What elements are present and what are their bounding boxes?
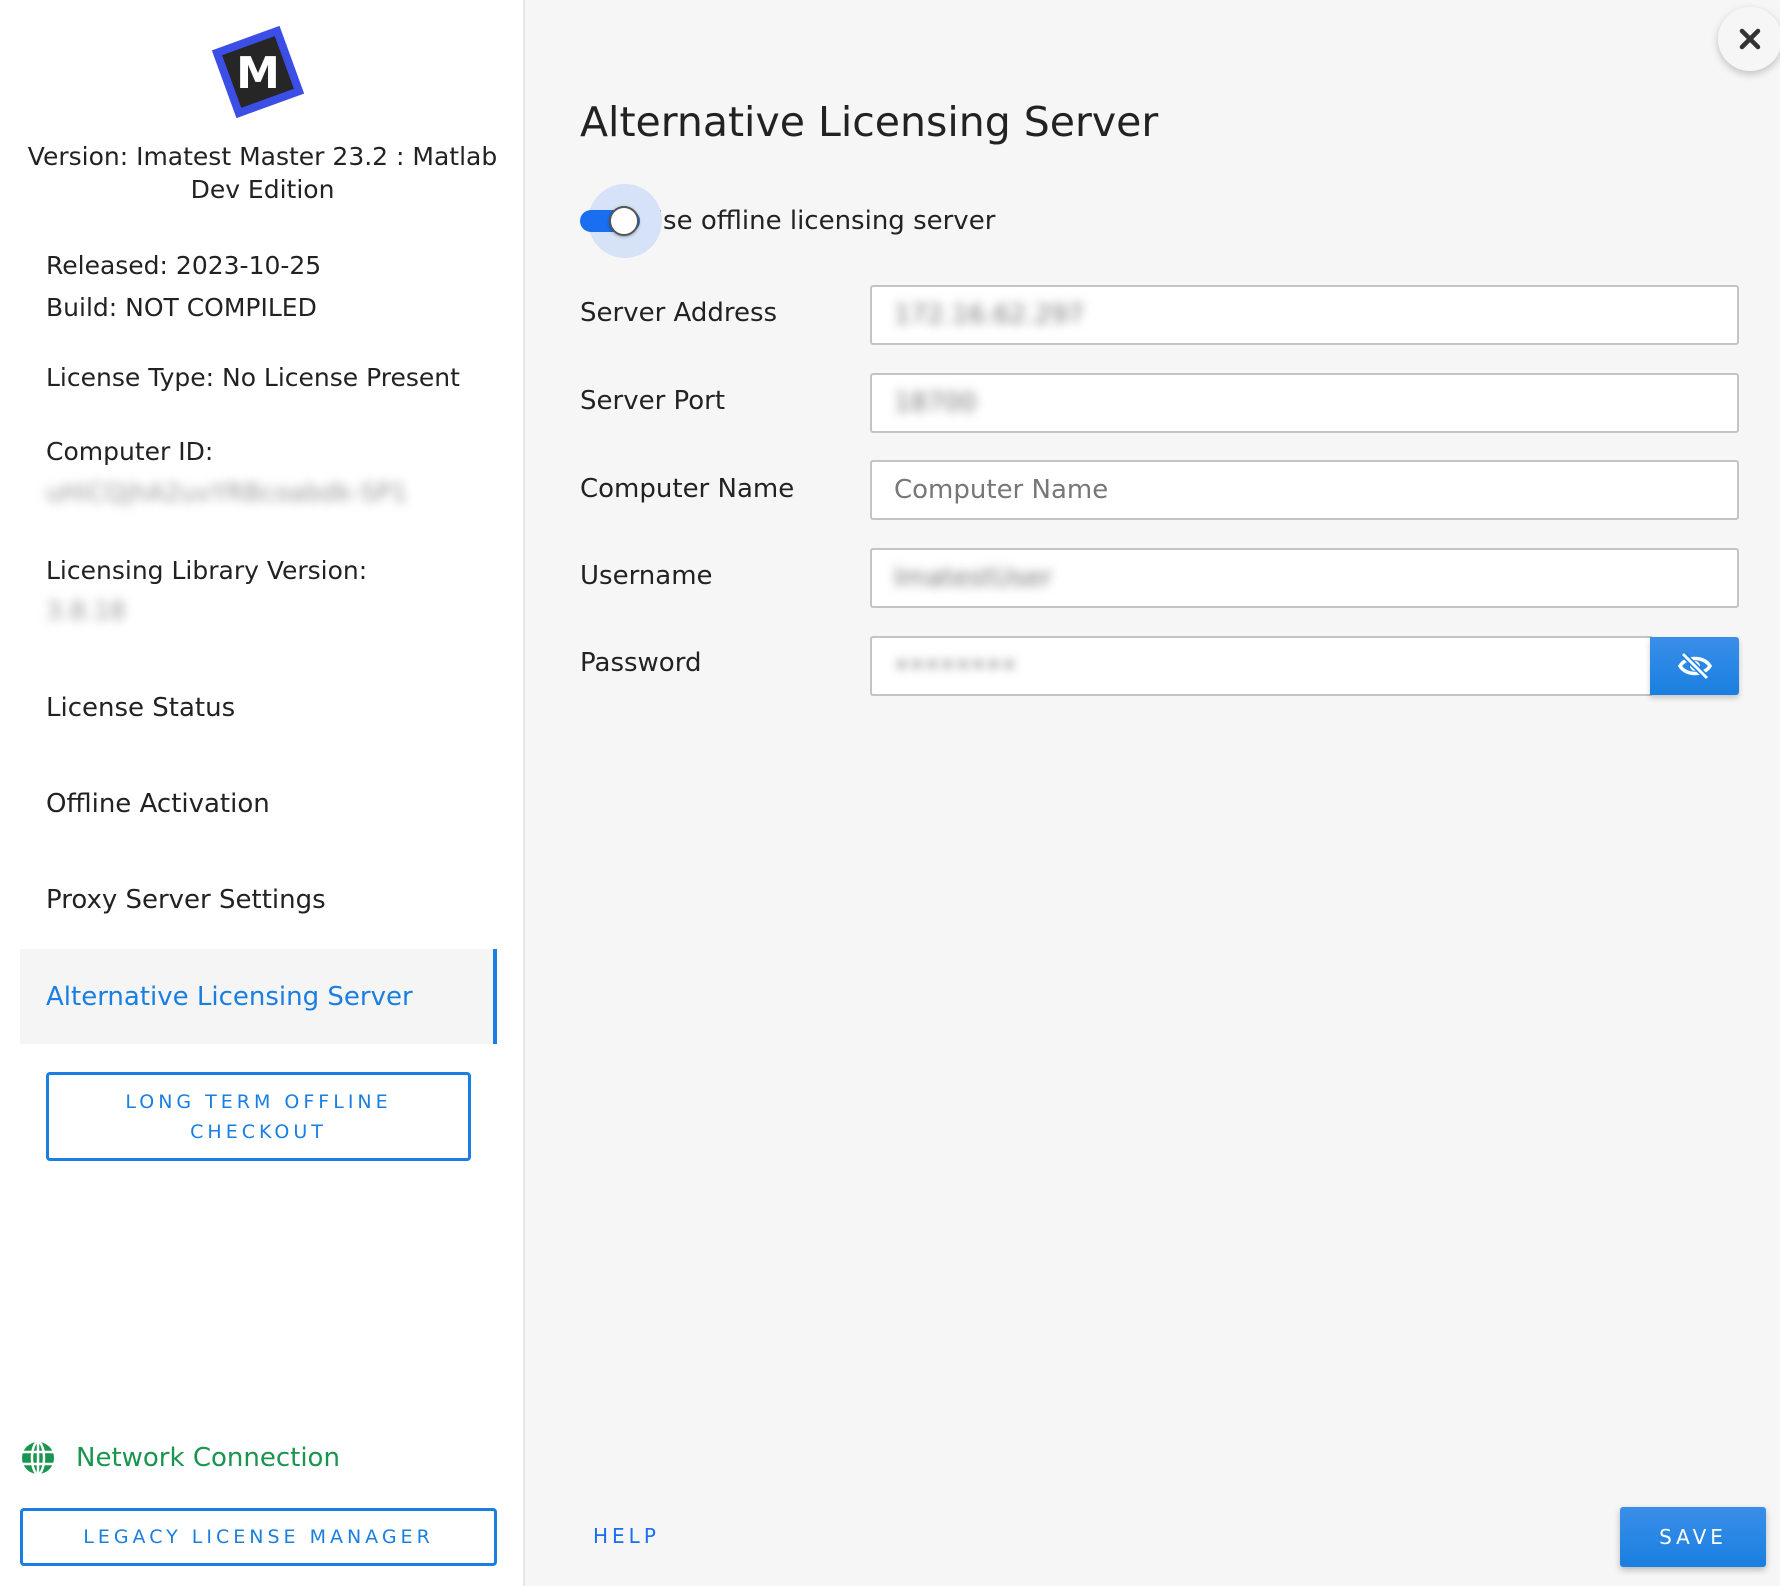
server-address-input[interactable]: 172.16.62.297 [870, 285, 1739, 345]
computer-id-label: Computer ID: [46, 437, 214, 466]
imatest-logo-icon: M [212, 26, 304, 118]
username-label: Username [580, 561, 713, 591]
password-label: Password [580, 648, 702, 678]
toggle-password-visibility-button[interactable] [1650, 637, 1739, 695]
server-address-label: Server Address [580, 298, 778, 328]
svg-text:M: M [236, 48, 280, 99]
offline-server-toggle-row: Use offline licensing server [580, 184, 995, 258]
version-text: Version: Imatest Master 23.2 : Matlab De… [27, 142, 498, 204]
help-link[interactable]: HELP [593, 1524, 660, 1548]
released-date: Released: 2023-10-25 [46, 251, 322, 280]
page-title: Alternative Licensing Server [580, 98, 1159, 146]
password-input[interactable]: •••••••• [870, 636, 1652, 696]
globe-icon [22, 1440, 54, 1476]
network-connection-label: Network Connection [76, 1443, 340, 1473]
username-input[interactable]: ImatestUser [870, 548, 1739, 608]
toggle-label: Use offline licensing server [644, 206, 996, 236]
licensing-library-version-value: 3.8.18 [46, 596, 126, 625]
sidebar: M Version: Imatest Master 23.2 : Matlab … [0, 0, 525, 1586]
long-term-offline-checkout-button[interactable]: LONG TERM OFFLINE CHECKOUT [46, 1072, 471, 1161]
legacy-license-manager-button[interactable]: LEGACY LICENSE MANAGER [20, 1508, 497, 1566]
close-button[interactable] [1718, 7, 1780, 71]
licensing-library-version-label: Licensing Library Version: [46, 556, 368, 585]
eye-slash-icon [1677, 651, 1712, 681]
offline-server-toggle[interactable] [580, 184, 662, 258]
nav-proxy-server-settings[interactable]: Proxy Server Settings [20, 853, 497, 947]
toggle-thumb[interactable] [609, 206, 639, 236]
computer-name-label: Computer Name [580, 474, 795, 504]
close-icon [1739, 28, 1761, 50]
build-info: Build: NOT COMPILED [46, 293, 317, 322]
server-port-label: Server Port [580, 386, 726, 416]
network-connection-status: Network Connection [20, 1440, 340, 1476]
server-port-input[interactable]: 18700 [870, 373, 1739, 433]
nav-license-status[interactable]: License Status [20, 661, 497, 755]
save-button[interactable]: SAVE [1620, 1507, 1766, 1567]
license-type: License Type: No License Present [46, 363, 460, 392]
computer-name-input[interactable]: Computer Name [870, 460, 1739, 520]
nav-alternative-licensing-server[interactable]: Alternative Licensing Server [20, 949, 497, 1044]
nav-offline-activation[interactable]: Offline Activation [20, 757, 497, 851]
computer-id-value: uHiCQjhA2uvYRBcoabdk-SP1 [46, 478, 408, 507]
